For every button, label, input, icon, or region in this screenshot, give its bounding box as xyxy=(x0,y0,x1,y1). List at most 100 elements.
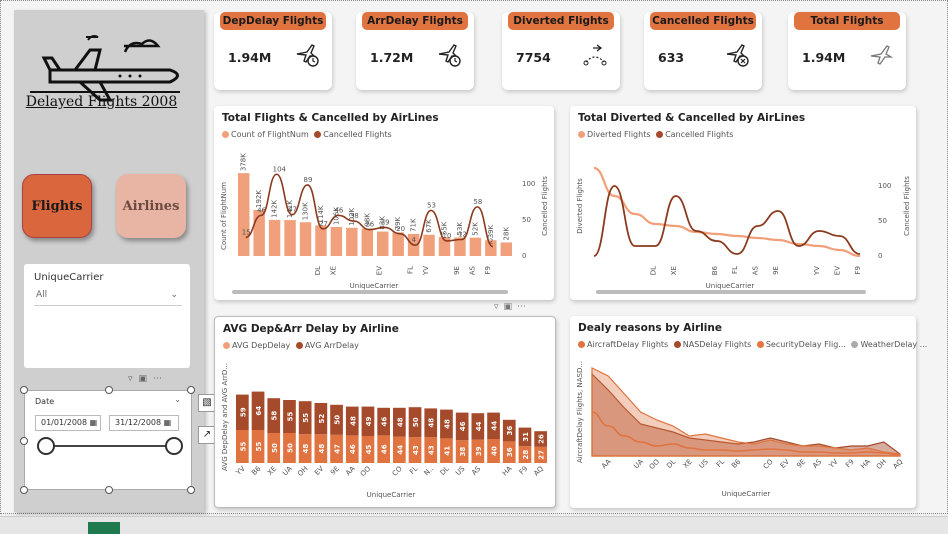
bar-data-label: 46 xyxy=(349,444,357,454)
chevron-down-icon[interactable]: ⌄ xyxy=(174,395,181,404)
filter-icon[interactable]: ▿ xyxy=(128,374,139,384)
x-tick-label: FL xyxy=(731,266,739,274)
selection-handle[interactable] xyxy=(187,486,195,494)
kpi-card-cancelled: Cancelled Flights 633 xyxy=(644,12,762,90)
kpi-card-arrdelay: ArrDelay Flights 1.72M xyxy=(356,12,474,90)
bar-data-label: 46 xyxy=(459,421,467,431)
end-date-input[interactable]: 31/12/2008 ▦ xyxy=(109,415,179,431)
bar-data-label: 48 xyxy=(428,418,436,428)
x-tick-label: 9E xyxy=(453,266,461,275)
x-tick-label: AS xyxy=(752,265,760,275)
x-tick-label: FL xyxy=(715,458,726,469)
x-tick-label: DL xyxy=(649,266,657,275)
chart-delay-reasons[interactable]: Dealy reasons by Airline AircraftDelay F… xyxy=(570,316,927,508)
bar-data-label: 55 xyxy=(286,412,294,422)
kpi-card-depdelay: DepDelay Flights 1.94M xyxy=(214,12,332,90)
selection-handle[interactable] xyxy=(20,437,28,445)
selection-handle[interactable] xyxy=(105,386,113,394)
chart-diverted-cancelled[interactable]: Total Diverted & Cancelled by AirLines D… xyxy=(570,106,916,300)
kpi-title: Cancelled Flights xyxy=(650,12,756,30)
calendar-icon: ▦ xyxy=(89,418,98,427)
x-tick-label: 9E xyxy=(795,458,807,470)
selection-handle[interactable] xyxy=(20,486,28,494)
line-data-label: 29 xyxy=(381,218,390,226)
bar-data-label: 55 xyxy=(255,442,263,452)
line-data-label: 58 xyxy=(473,198,482,206)
more-options-icon[interactable]: ⋯ xyxy=(517,302,531,312)
bar-data-label: 26 xyxy=(538,434,546,444)
page-tab[interactable] xyxy=(88,522,120,534)
y2-tick-label: 50 xyxy=(522,216,531,224)
diverted-route-icon xyxy=(583,44,607,66)
calendar-icon: ▦ xyxy=(163,418,172,427)
nav-airlines-button[interactable]: Airlines xyxy=(116,174,186,238)
line-data-label: 38 xyxy=(350,212,359,220)
selection-handle[interactable] xyxy=(187,386,195,394)
bar-data-label: 50 xyxy=(334,415,342,425)
bar-data-label: 130K xyxy=(302,202,310,220)
x-tick-label: F9 xyxy=(844,458,856,470)
x-tick-label: F9 xyxy=(518,465,530,477)
x-axis-label: UniqueCarrier xyxy=(367,491,416,499)
x-tick-label: FL xyxy=(407,266,415,274)
bar xyxy=(284,220,296,256)
y-axis-label: AircraftDelay Flights, NASD... xyxy=(576,361,584,463)
x-tick-label: DL xyxy=(314,266,322,275)
bar-data-label: 28K xyxy=(502,227,510,241)
x-tick-label: UA xyxy=(632,458,645,471)
bar-data-label: 50 xyxy=(412,417,420,427)
selection-handle[interactable] xyxy=(20,386,28,394)
bar-data-label: 44 xyxy=(491,421,499,431)
nav-flights-button[interactable]: Flights xyxy=(22,174,92,238)
bar-data-label: 48 xyxy=(302,444,310,454)
bar-data-label: 27 xyxy=(538,450,546,460)
x-tick-label: CO xyxy=(391,464,404,477)
y-axis-label: Count of FlightNum xyxy=(220,182,228,250)
x-tick-label: AS xyxy=(811,457,824,470)
carrier-dropdown[interactable]: All ⌄ xyxy=(34,290,182,306)
focus-mode-icon[interactable]: ▣ xyxy=(504,302,518,312)
x-tick-label: AS xyxy=(468,265,476,275)
x-tick-label: EV xyxy=(779,458,791,470)
bar-data-label: 55 xyxy=(302,413,310,423)
y2-tick-label: 0 xyxy=(878,252,882,260)
bar-data-label: 192K xyxy=(255,190,263,208)
bar-data-label: 378K xyxy=(240,153,248,171)
chevron-down-icon: ⌄ xyxy=(170,290,178,300)
bar-data-label: 50 xyxy=(271,443,279,453)
bar xyxy=(423,234,435,256)
x-tick-label: AA xyxy=(344,465,357,478)
x-tick-label: F9 xyxy=(854,266,862,274)
selection-handle[interactable] xyxy=(105,486,113,494)
chart-total-flights-cancelled[interactable]: Total Flights & Cancelled by AirLines Co… xyxy=(214,106,554,300)
line-data-label: 89 xyxy=(304,176,313,184)
x-tick-label: B6 xyxy=(730,457,743,470)
x-axis-label: UniqueCarrier xyxy=(722,490,771,498)
start-date-input[interactable]: 01/01/2008 ▦ xyxy=(35,415,101,431)
filter-icon[interactable]: ▿ xyxy=(494,302,504,312)
horizontal-scrollbar xyxy=(596,290,866,294)
x-tick-label: DL xyxy=(439,465,451,477)
more-options-icon[interactable]: ⋯ xyxy=(153,374,168,384)
date-range-end-handle[interactable] xyxy=(165,437,183,455)
bar xyxy=(346,227,358,256)
bar-data-label: 40 xyxy=(491,446,499,456)
chart-plot: AircraftDelay Flights, NASD... AA UA OO DL XE… xyxy=(576,361,905,498)
x-tick-label: XE xyxy=(266,465,278,477)
line-data-label: 53 xyxy=(427,201,436,209)
y2-tick-label: 100 xyxy=(878,182,891,190)
kpi-title: Diverted Flights xyxy=(508,12,614,30)
x-tick-label: DL xyxy=(665,458,677,470)
x-tick-label: AQ xyxy=(532,464,545,477)
focus-mode-icon[interactable]: ▣ xyxy=(139,374,154,384)
chart-avg-dep-arr-delay[interactable]: AVG Dep&Arr Delay by Airline AVG DepDela… xyxy=(214,316,556,508)
x-tick-label: AS xyxy=(470,464,483,477)
bar-data-label: 52K xyxy=(471,222,479,236)
x-tick-label: XE xyxy=(682,458,694,470)
kpi-value: 1.94M xyxy=(228,50,272,65)
x-tick-label: YV xyxy=(422,266,430,276)
series-area-aircraft xyxy=(591,367,901,457)
bar xyxy=(392,232,404,256)
x-axis-label: UniqueCarrier xyxy=(706,282,755,290)
date-range-start-handle[interactable] xyxy=(37,437,55,455)
